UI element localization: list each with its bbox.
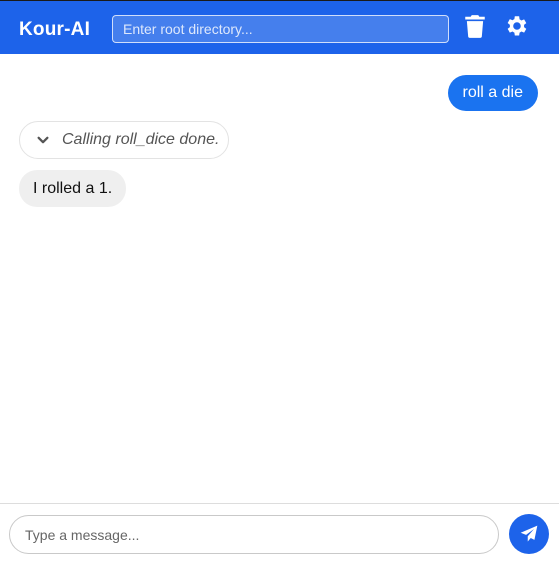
- send-button[interactable]: [509, 514, 549, 554]
- root-directory-input[interactable]: [112, 15, 449, 43]
- tool-call-status: Calling roll_dice done.: [62, 131, 220, 148]
- app-header: Kour-AI: [0, 0, 559, 54]
- user-message: roll a die: [447, 75, 538, 111]
- trash-icon[interactable]: [462, 13, 488, 39]
- message-composer: [0, 503, 559, 565]
- app-title: Kour-AI: [19, 19, 91, 40]
- paper-plane-icon: [520, 525, 538, 542]
- assistant-message: I rolled a 1.: [19, 170, 127, 207]
- chat-area[interactable]: roll a die Calling roll_dice done. I rol…: [0, 54, 559, 503]
- chevron-down-icon: [37, 136, 49, 144]
- message-input[interactable]: [9, 515, 499, 554]
- tool-call-toggle[interactable]: Calling roll_dice done.: [19, 121, 229, 159]
- gear-icon[interactable]: [503, 13, 529, 39]
